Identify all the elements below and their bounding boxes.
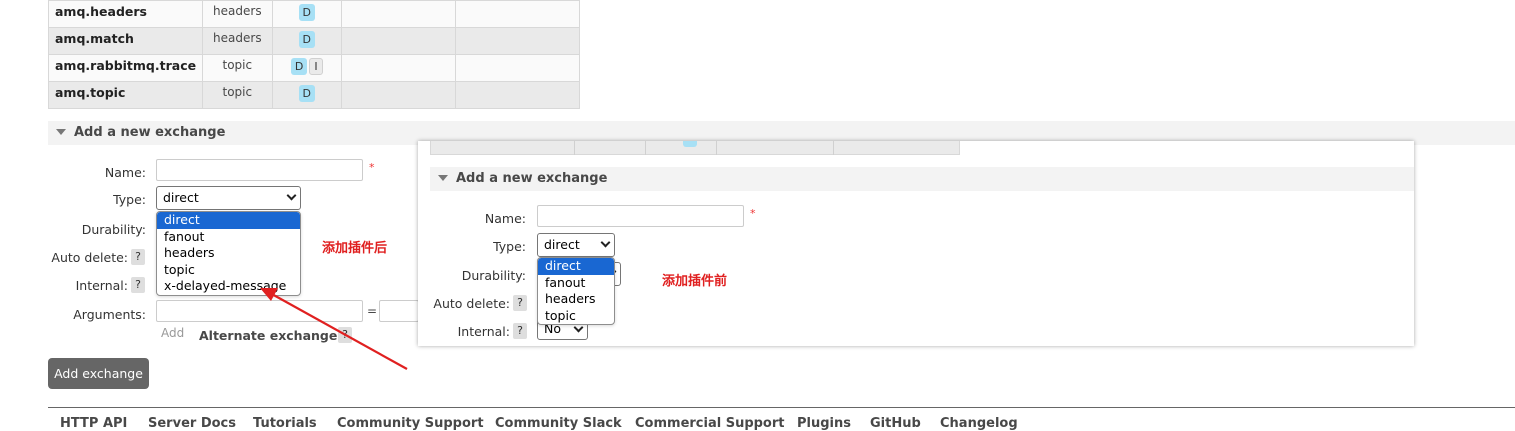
collapse-triangle-icon xyxy=(56,128,66,135)
exchange-name[interactable]: amq.headers xyxy=(47,0,204,28)
internal-badge: I xyxy=(309,58,323,75)
annotation-before-plugin: 添加插件前 xyxy=(662,274,728,289)
durable-badge: D xyxy=(298,31,315,48)
before-plugin-screenshot: Add a new exchange Name: * Type: direct … xyxy=(418,141,1414,346)
table-row-partial xyxy=(430,141,960,155)
add-exchange-section-toggle[interactable]: Add a new exchange xyxy=(430,167,1414,191)
durability-label: Durability: xyxy=(81,222,146,237)
auto-delete-label: Auto delete: xyxy=(433,296,510,311)
table-row: amq.headers headers D xyxy=(47,0,581,28)
type-option[interactable]: topic xyxy=(538,308,614,325)
section-title: Add a new exchange xyxy=(456,171,608,186)
type-select[interactable]: direct xyxy=(537,233,615,257)
table-row: amq.topic topic D xyxy=(47,81,581,109)
section-title: Add a new exchange xyxy=(74,125,226,140)
type-option[interactable]: fanout xyxy=(538,275,614,292)
exchange-features: D xyxy=(271,81,343,109)
internal-help-button[interactable]: ? xyxy=(131,277,145,293)
footer-link-tutorials[interactable]: Tutorials xyxy=(253,416,317,431)
table-cell xyxy=(454,27,581,55)
internal-help-button[interactable]: ? xyxy=(513,323,527,339)
exchange-features: D xyxy=(271,27,343,55)
auto-delete-label: Auto delete: xyxy=(51,250,128,265)
type-select[interactable]: direct xyxy=(156,186,301,210)
table-cell xyxy=(341,27,456,55)
type-select-value: direct xyxy=(544,237,580,252)
table-cell xyxy=(454,54,581,82)
required-marker: * xyxy=(750,207,756,220)
exchange-type: topic xyxy=(202,81,273,109)
chevron-down-icon xyxy=(286,190,297,201)
chevron-down-icon xyxy=(600,237,611,248)
exchange-name[interactable]: amq.rabbitmq.trace xyxy=(47,54,204,82)
table-cell xyxy=(454,0,581,28)
add-exchange-button[interactable]: Add exchange xyxy=(48,358,149,389)
auto-delete-help-button[interactable]: ? xyxy=(131,249,145,265)
durable-badge: D xyxy=(298,4,315,21)
footer-link-changelog[interactable]: Changelog xyxy=(940,416,1018,431)
table-cell xyxy=(454,81,581,109)
arguments-label: Arguments: xyxy=(73,307,146,322)
exchange-type: headers xyxy=(202,0,273,28)
footer-link-github[interactable]: GitHub xyxy=(870,416,921,431)
type-option[interactable]: headers xyxy=(538,291,614,308)
footer-link-server-docs[interactable]: Server Docs xyxy=(148,416,236,431)
required-marker: * xyxy=(369,161,375,174)
exchange-name[interactable]: amq.topic xyxy=(47,81,204,109)
type-option[interactable]: direct xyxy=(538,258,614,275)
name-label: Name: xyxy=(104,165,146,180)
table-row: amq.rabbitmq.trace topic DI xyxy=(47,54,581,82)
red-arrow-icon xyxy=(260,288,408,370)
durable-badge: D xyxy=(290,58,308,75)
collapse-triangle-icon xyxy=(438,174,448,181)
footer-link-community-slack[interactable]: Community Slack xyxy=(495,416,622,431)
exchange-name[interactable]: amq.match xyxy=(47,27,204,55)
auto-delete-help-button[interactable]: ? xyxy=(513,295,527,311)
internal-label: Internal: xyxy=(75,278,128,293)
type-option[interactable]: fanout xyxy=(157,229,300,246)
type-label: Type: xyxy=(493,239,526,254)
name-label: Name: xyxy=(484,211,526,226)
exchange-features: DI xyxy=(271,54,343,82)
table-cell xyxy=(341,0,456,28)
type-dropdown-list: direct fanout headers topic xyxy=(537,257,615,325)
exchange-type: headers xyxy=(202,27,273,55)
exchanges-table: amq.headers headers D amq.match headers … xyxy=(47,0,581,109)
table-cell xyxy=(341,54,456,82)
type-option[interactable]: direct xyxy=(157,212,300,229)
footer-link-commercial-support[interactable]: Commercial Support xyxy=(635,416,785,431)
table-cell xyxy=(341,81,456,109)
footer-link-plugins[interactable]: Plugins xyxy=(797,416,851,431)
footer: HTTP API Server Docs Tutorials Community… xyxy=(48,407,1515,431)
name-input[interactable] xyxy=(537,205,744,227)
name-input[interactable] xyxy=(156,159,363,181)
type-select-value: direct xyxy=(163,190,199,205)
exchange-type: topic xyxy=(202,54,273,82)
footer-link-http-api[interactable]: HTTP API xyxy=(60,416,127,431)
table-row: amq.match headers D xyxy=(47,27,581,55)
type-option[interactable]: headers xyxy=(157,245,300,262)
durable-badge: D xyxy=(298,85,315,102)
type-label: Type: xyxy=(113,192,146,207)
annotation-after-plugin: 添加插件后 xyxy=(322,241,388,256)
add-argument-link[interactable]: Add xyxy=(161,326,184,340)
internal-label: Internal: xyxy=(457,324,510,339)
durability-label: Durability: xyxy=(461,268,526,283)
type-option[interactable]: topic xyxy=(157,262,300,279)
footer-link-community-support[interactable]: Community Support xyxy=(337,416,484,431)
exchange-features: D xyxy=(271,0,343,28)
